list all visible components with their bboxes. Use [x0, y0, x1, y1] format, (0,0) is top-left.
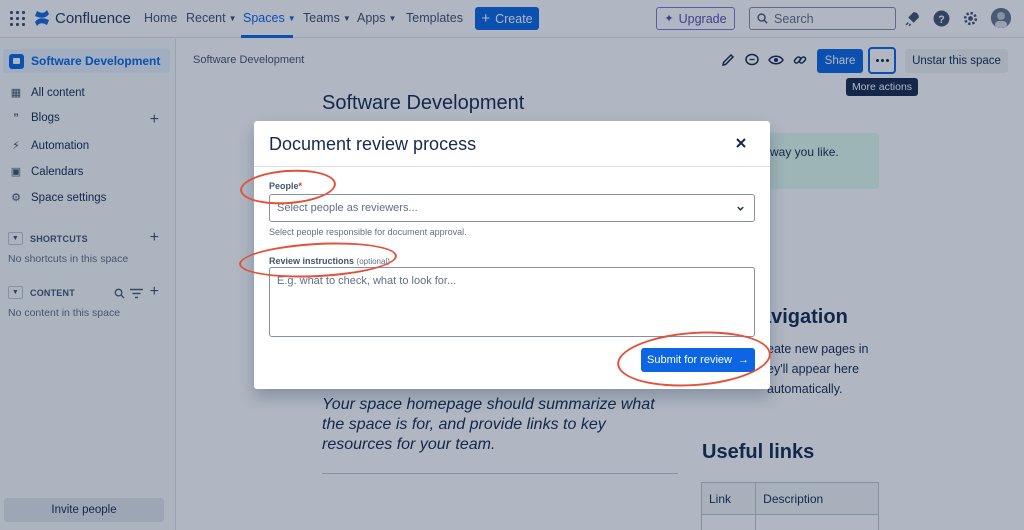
modal-title: Document review process — [269, 134, 477, 154]
optional-tag: (optional) — [356, 257, 390, 266]
chevron-down-icon — [737, 206, 744, 211]
submit-for-review-button[interactable]: Submit for review → — [641, 348, 755, 372]
instructions-label-text: Review instructions — [269, 256, 355, 266]
submit-label: Submit for review — [647, 354, 732, 366]
review-instructions-label: Review instructions (optional) — [269, 256, 390, 266]
people-select[interactable]: Select people as reviewers... — [269, 194, 755, 222]
document-review-modal: Document review process People* Select p… — [254, 121, 770, 389]
people-label-text: People — [269, 181, 299, 191]
close-icon[interactable] — [732, 134, 750, 152]
people-select-placeholder: Select people as reviewers... — [277, 202, 418, 214]
people-field-label: People* — [269, 181, 302, 191]
required-asterisk: * — [298, 181, 303, 191]
instructions-placeholder: E.g. what to check, what to look for... — [277, 275, 457, 287]
modal-header-divider — [254, 166, 770, 167]
review-instructions-textarea[interactable]: E.g. what to check, what to look for... — [269, 267, 755, 337]
people-helper-text: Select people responsible for document a… — [269, 227, 467, 237]
arrow-right-icon: → — [737, 354, 749, 366]
